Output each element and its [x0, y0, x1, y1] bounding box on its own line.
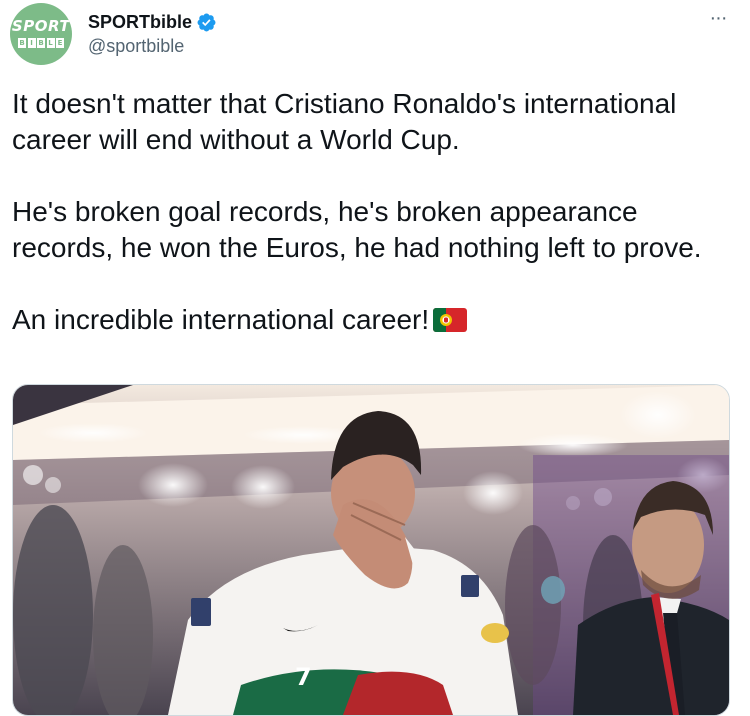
avatar-logo-letter: E: [56, 37, 64, 48]
avatar[interactable]: SPORT B I B L E: [10, 3, 72, 65]
avatar-logo-letter: B: [18, 37, 26, 48]
name-row: SPORTbible: [88, 9, 217, 35]
verified-badge-icon: [197, 13, 216, 31]
handle[interactable]: @sportbible: [88, 36, 184, 57]
avatar-logo-letter: L: [46, 37, 55, 48]
portugal-flag-icon: [433, 308, 468, 332]
tweet-paragraph: It doesn't matter that Cristiano Ronaldo…: [12, 88, 677, 155]
more-horizontal-icon[interactable]: ···: [703, 8, 733, 28]
avatar-logo-letter: B: [37, 37, 45, 48]
tweet-paragraph: He's broken goal records, he's broken ap…: [12, 196, 702, 263]
tweet-header: SPORT B I B L E SPORTbible @sportbible ·…: [0, 0, 750, 80]
ronaldo-photo: 7: [13, 385, 729, 715]
tweet-closing: An incredible international career!: [12, 304, 430, 335]
display-name[interactable]: SPORTbible: [88, 12, 192, 33]
avatar-logo-letters: B I B L E: [18, 37, 64, 48]
avatar-logo-word: SPORT: [11, 17, 71, 35]
tweet-paragraph: An incredible international career!: [12, 302, 737, 338]
jersey-number: 7: [295, 663, 312, 691]
avatar-logo-letter: I: [27, 37, 36, 48]
tweet-media-image[interactable]: 7: [12, 384, 730, 716]
tweet-text: It doesn't matter that Cristiano Ronaldo…: [12, 86, 737, 338]
